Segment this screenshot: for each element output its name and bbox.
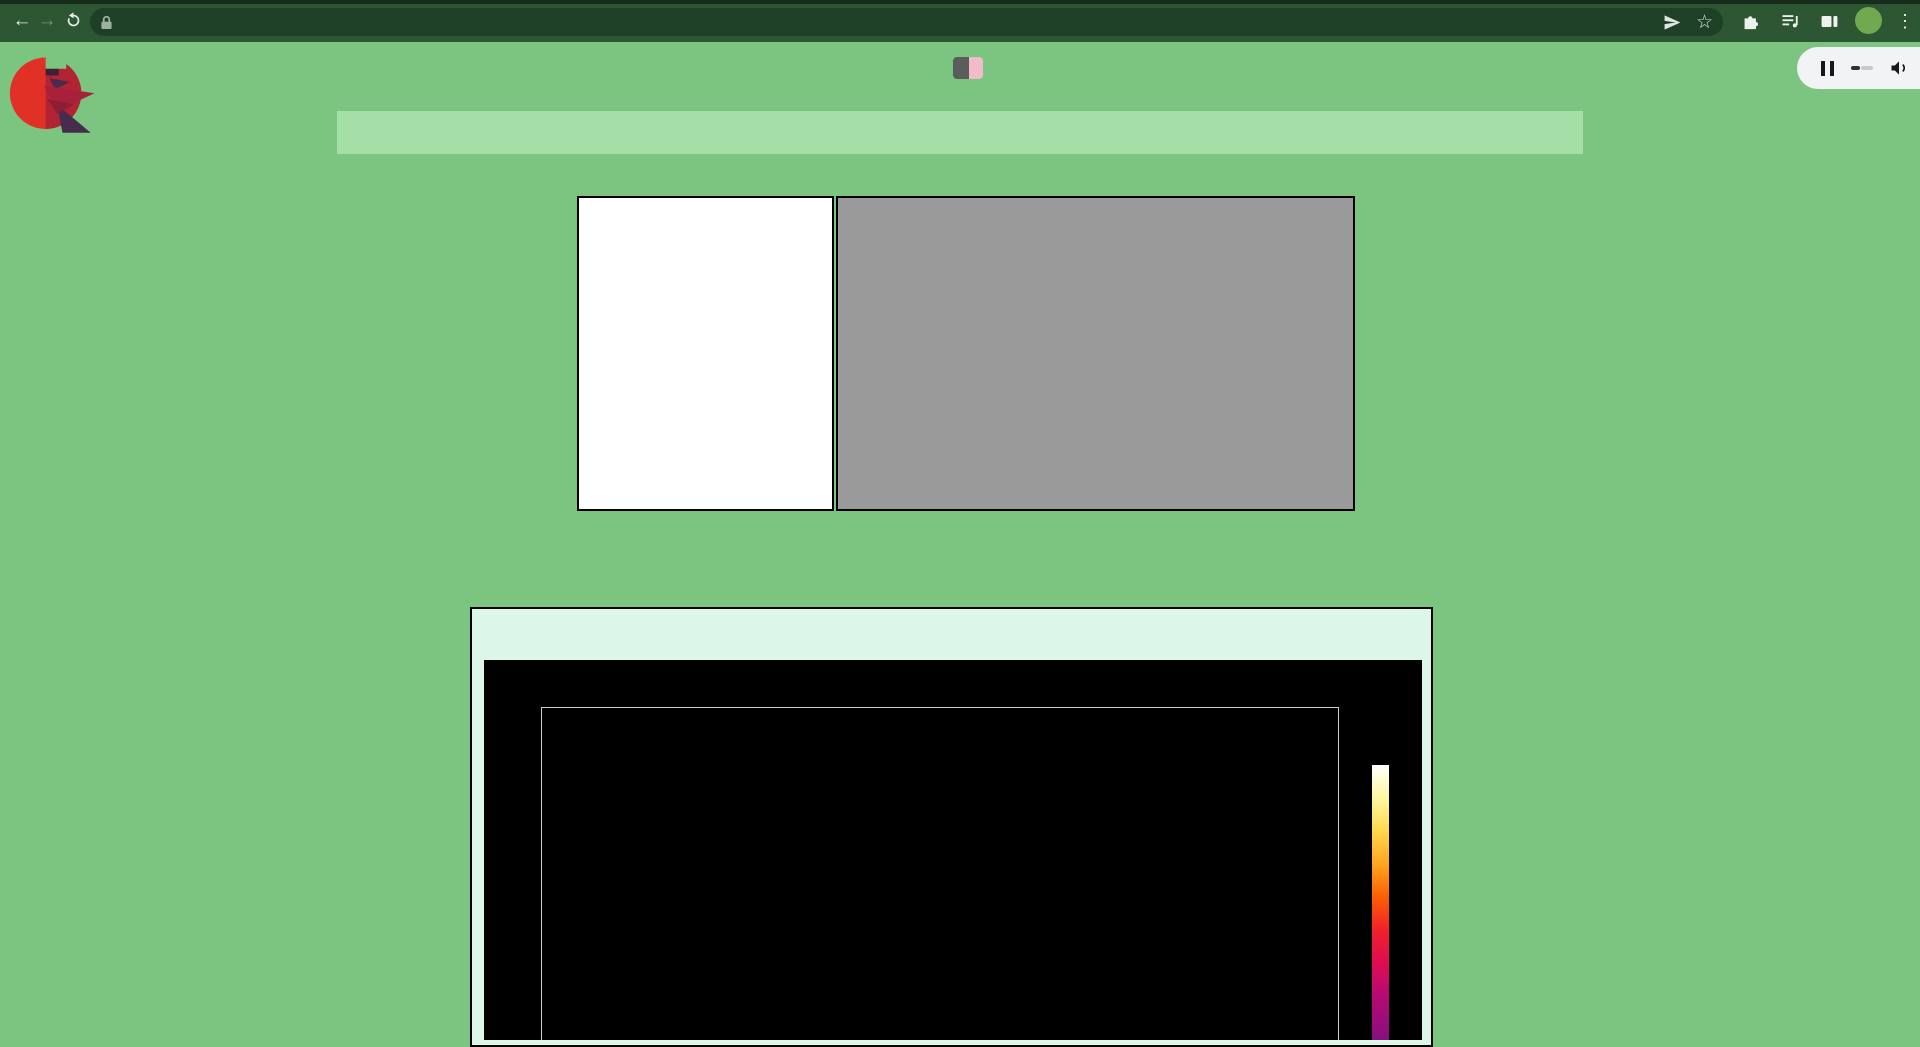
bar-x-axis bbox=[577, 511, 834, 551]
detection-panel bbox=[470, 607, 1433, 1047]
version-value bbox=[969, 57, 983, 79]
nav-bar bbox=[337, 111, 1583, 154]
most-recent-detection bbox=[0, 571, 1905, 592]
audio-seek-bar[interactable] bbox=[1851, 66, 1873, 70]
extensions-puzzle-icon[interactable] bbox=[1738, 9, 1762, 33]
spectrogram bbox=[484, 660, 1422, 1040]
audio-player[interactable] bbox=[1797, 47, 1920, 89]
url-bar[interactable]: ☆ bbox=[90, 8, 1723, 36]
species-axis-labels bbox=[350, 196, 577, 511]
reload-icon bbox=[65, 12, 82, 29]
version-badge bbox=[953, 57, 983, 79]
playlist-icon[interactable] bbox=[1778, 9, 1802, 33]
spectrogram-right-axis-line bbox=[1338, 707, 1339, 1040]
menu-kebab-icon[interactable]: ⋮ bbox=[1893, 9, 1917, 33]
detection-species-line bbox=[472, 620, 1431, 639]
site-header bbox=[0, 42, 1920, 94]
version-label bbox=[953, 57, 969, 79]
spectrogram-colorbar bbox=[1372, 765, 1389, 1040]
reload-button[interactable] bbox=[60, 7, 86, 33]
back-button[interactable]: ← bbox=[9, 7, 35, 33]
forward-button[interactable]: → bbox=[34, 7, 60, 33]
lock-icon bbox=[100, 15, 113, 30]
side-panel-icon[interactable] bbox=[1817, 9, 1841, 33]
hour-x-axis bbox=[836, 511, 1355, 551]
profile-avatar[interactable] bbox=[1855, 7, 1882, 34]
volume-icon[interactable] bbox=[1889, 58, 1909, 78]
browser-toolbar: ← → ☆ bbox=[0, 0, 1920, 42]
window-top-edge bbox=[0, 0, 1920, 4]
bookmark-star-icon[interactable]: ☆ bbox=[1696, 13, 1713, 32]
detections-bar-chart bbox=[577, 196, 834, 511]
hourly-heatmap bbox=[836, 196, 1355, 511]
send-icon[interactable] bbox=[1663, 13, 1682, 32]
spectrogram-image bbox=[541, 708, 1338, 1040]
pause-button[interactable] bbox=[1821, 61, 1834, 76]
